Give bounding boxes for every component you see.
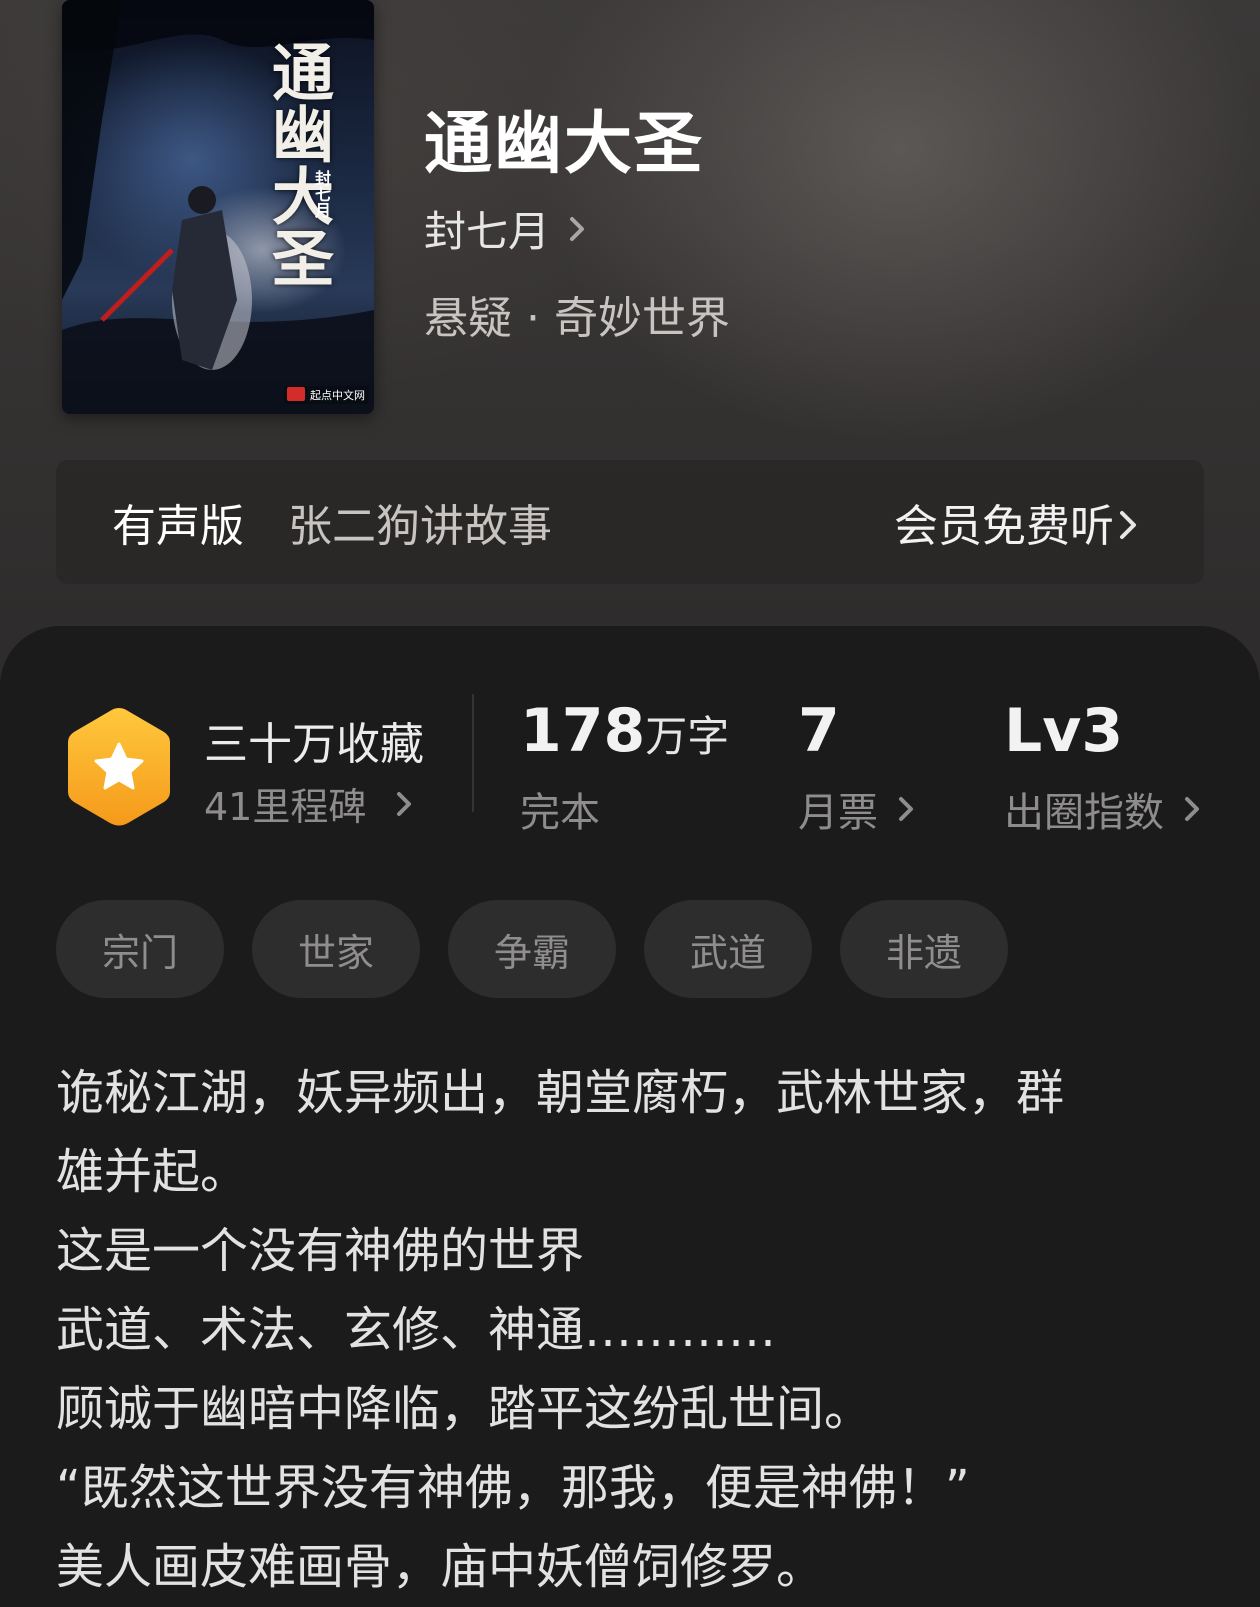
word-count-value: 178 xyxy=(520,696,646,766)
book-genre[interactable]: 悬疑 · 奇妙世界 xyxy=(424,282,730,346)
synopsis-line: 美人画皮难画骨，庙中妖僧饲修罗。 xyxy=(56,1539,825,1595)
monthly-votes-label: 月票 xyxy=(798,790,878,836)
tag-chip[interactable]: 武道 xyxy=(644,900,812,998)
collection-badge-icon xyxy=(68,708,170,826)
popularity-index-link[interactable]: 出圈指数 xyxy=(1004,780,1208,838)
cover-title: 通幽大圣 xyxy=(261,40,334,288)
chevron-right-icon xyxy=(899,797,913,821)
popularity-level: Lv3 xyxy=(1004,696,1124,766)
word-count: 178万字 xyxy=(520,696,729,766)
milestones-link[interactable]: 41里程碑 xyxy=(204,776,420,831)
publisher-logo-icon xyxy=(287,387,305,401)
tag-chip[interactable]: 争霸 xyxy=(448,900,616,998)
chevron-right-icon xyxy=(397,791,412,816)
milestones-count: 41里程碑 xyxy=(204,785,367,829)
tag-chip[interactable]: 宗门 xyxy=(56,900,224,998)
completion-status-label: 完本 xyxy=(520,790,600,836)
tag-chip[interactable]: 非遗 xyxy=(840,900,1008,998)
cover-author: 封七月 xyxy=(312,170,331,218)
book-title: 通幽大圣 xyxy=(424,104,705,184)
synopsis-line: 武道、术法、玄修、神通………… xyxy=(56,1302,777,1358)
synopsis-line: “既然这世界没有神佛，那我，便是神佛！” xyxy=(56,1460,970,1516)
synopsis-line: 诡秘江湖，妖异频出，朝堂腐朽，武林世家，群 xyxy=(56,1065,1065,1121)
cover-publisher-mark: 起点中文网 xyxy=(284,386,369,404)
monthly-votes-value: 7 xyxy=(798,696,840,766)
chevron-right-icon xyxy=(570,216,585,241)
chevron-right-icon xyxy=(1185,797,1199,821)
stats-divider xyxy=(472,694,474,812)
synopsis-line: 这是一个没有神佛的世界 xyxy=(56,1223,585,1279)
cover-publisher-name: 起点中文网 xyxy=(310,389,365,402)
favorites-count: 三十万收藏 xyxy=(204,719,424,770)
audio-label: 有声版 xyxy=(112,501,244,552)
audio-listen-button[interactable]: 会员免费听 xyxy=(894,490,1114,554)
synopsis-line: 雄并起。 xyxy=(56,1144,249,1200)
synopsis-line: 顾诚于幽暗中降临，踏平这纷乱世间。 xyxy=(56,1381,873,1437)
monthly-votes-link[interactable]: 月票 xyxy=(798,780,922,838)
audio-narrator: 张二狗讲故事 xyxy=(288,501,552,552)
completion-status: 完本 xyxy=(520,780,600,838)
audio-version-bar[interactable]: 有声版 张二狗讲故事 会员免费听 xyxy=(56,460,1204,584)
book-synopsis[interactable]: 诡秘江湖，妖异频出，朝堂腐朽，武林世家，群 雄并起。 这是一个没有神佛的世界 武… xyxy=(56,1054,1216,1607)
tag-list: 宗门 世家 争霸 武道 非遗 xyxy=(56,900,1008,998)
author-link[interactable]: 封七月 xyxy=(424,198,594,259)
popularity-index-label: 出圈指数 xyxy=(1004,790,1164,836)
word-count-unit: 万字 xyxy=(645,712,730,761)
book-cover[interactable]: 通幽大圣 封七月 起点中文网 xyxy=(62,0,374,414)
chevron-right-icon xyxy=(1120,511,1136,539)
author-name: 封七月 xyxy=(424,207,551,256)
tag-chip[interactable]: 世家 xyxy=(252,900,420,998)
